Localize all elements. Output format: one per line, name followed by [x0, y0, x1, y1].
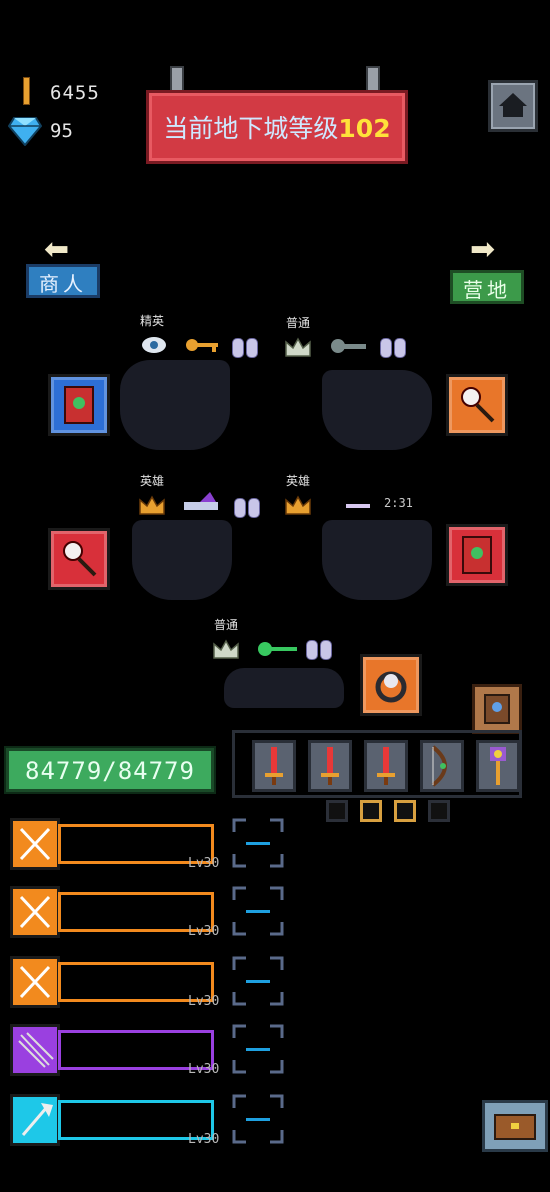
cannon-icon [184, 492, 218, 510]
staff-icon [461, 387, 495, 423]
crossed-swords-icon [19, 965, 51, 999]
claw-icon [18, 1032, 54, 1068]
dungeon-card-spellbook[interactable] [446, 524, 508, 586]
arrow-left-icon[interactable]: ⬅ [44, 232, 69, 267]
staff-icon [63, 541, 97, 577]
ring-icon [375, 671, 407, 703]
equipment-book-button[interactable] [472, 684, 522, 734]
gem-amount: 95 [50, 120, 73, 142]
slot-pill [320, 640, 332, 660]
chest-icon [494, 1114, 536, 1140]
slot-pill [248, 498, 260, 518]
crown-icon [285, 337, 311, 357]
player-hp-text: 84779/84779 [25, 757, 195, 785]
dungeon-altar [322, 520, 432, 600]
slot-pill [394, 338, 406, 358]
mace-icon [490, 747, 506, 785]
sword-icon [377, 747, 395, 785]
hero-portrait[interactable] [10, 956, 60, 1008]
eye-icon [142, 337, 166, 353]
banner-label: 当前地下城等级 [163, 114, 339, 143]
hero-level: Lv30 [188, 994, 220, 1009]
axe-icon [21, 1103, 53, 1136]
player-hp-bar: 84779/84779 [6, 748, 214, 792]
crown-icon [213, 639, 239, 659]
dungeon-tier: 英雄 [286, 474, 311, 488]
key-icon [186, 339, 218, 352]
hero-portrait[interactable] [10, 1094, 60, 1146]
arrow-right-icon[interactable]: ➡ [470, 232, 495, 267]
gold-amount: 6455 [50, 82, 100, 104]
dungeon-level: 102 [338, 114, 391, 143]
crossed-swords-icon [19, 895, 51, 929]
inventory-chest-button[interactable] [482, 1100, 548, 1152]
dungeon-altar [132, 520, 232, 600]
home-button[interactable] [488, 80, 538, 132]
camp-button[interactable]: 营地 [450, 270, 524, 304]
spellbook-icon [64, 386, 94, 424]
crossed-swords-icon [19, 827, 51, 861]
dungeon-tier: 精英 [140, 314, 165, 328]
slot-pill [380, 338, 392, 358]
target-bracket-icon[interactable] [232, 886, 284, 936]
dungeon-timer: 2:31 [384, 496, 413, 510]
dungeon-card-ring[interactable] [360, 654, 422, 716]
gem-socket [360, 800, 382, 822]
dungeon-tier: 普通 [286, 316, 311, 330]
crown-icon [285, 495, 311, 515]
moon-gun-icon [328, 494, 370, 510]
weapon-slot[interactable] [420, 740, 464, 792]
hero-portrait[interactable] [10, 818, 60, 870]
hero-level: Lv30 [188, 1062, 220, 1077]
target-bracket-icon[interactable] [232, 1024, 284, 1074]
hero-portrait[interactable] [10, 886, 60, 938]
hero-level: Lv30 [188, 924, 220, 939]
target-bracket-icon[interactable] [232, 956, 284, 1006]
sword-icon [321, 747, 339, 785]
dungeon-tier: 普通 [214, 618, 239, 632]
weapon-slot[interactable] [308, 740, 352, 792]
dungeon-card-staff[interactable] [48, 528, 110, 590]
target-bracket-icon[interactable] [232, 1094, 284, 1144]
spellbook-icon [462, 536, 492, 574]
skull-key-icon [331, 339, 366, 353]
sword-icon [265, 747, 283, 785]
gold-icon [24, 78, 29, 104]
slot-pill [306, 640, 318, 660]
merchant-button[interactable]: 商人 [26, 264, 100, 298]
dungeon-altar [322, 370, 432, 450]
hero-level: Lv30 [188, 1132, 220, 1147]
dungeon-card-staff[interactable] [446, 374, 508, 436]
crown-icon [139, 495, 165, 515]
hero-level: Lv30 [188, 856, 220, 871]
green-key-icon [258, 642, 297, 656]
gem-socket [428, 800, 450, 822]
bow-icon [431, 745, 447, 787]
dungeon-altar [224, 668, 344, 708]
dungeon-level-banner: 当前地下城等级102 [146, 90, 408, 164]
dungeon-altar [120, 360, 230, 450]
gem-socket [326, 800, 348, 822]
book-icon [484, 694, 510, 724]
target-bracket-icon[interactable] [232, 818, 284, 868]
gem-icon [8, 117, 42, 146]
home-icon [499, 93, 527, 117]
gem-socket [394, 800, 416, 822]
hero-portrait[interactable] [10, 1024, 60, 1076]
dungeon-tier: 英雄 [140, 474, 165, 488]
slot-pill [246, 338, 258, 358]
slot-pill [234, 498, 246, 518]
weapon-slot[interactable] [364, 740, 408, 792]
dungeon-card-spellbook[interactable] [48, 374, 110, 436]
slot-pill [232, 338, 244, 358]
weapon-slot[interactable] [252, 740, 296, 792]
weapon-slot[interactable] [476, 740, 520, 792]
